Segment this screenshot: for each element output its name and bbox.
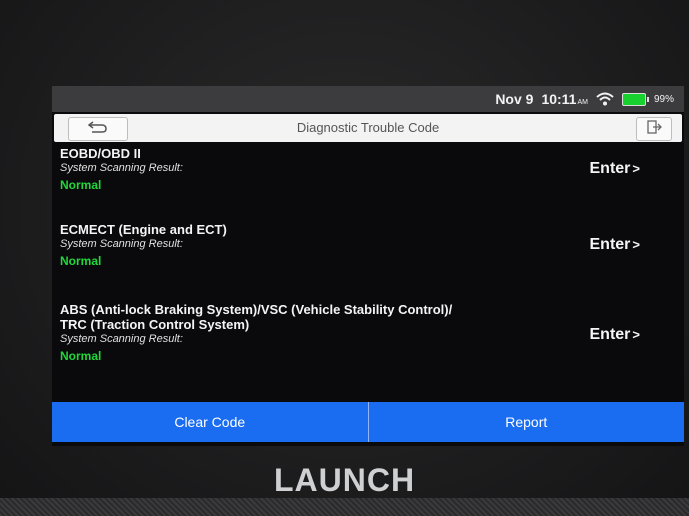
enter-label: Enter	[589, 236, 631, 253]
screen: Nov 9 10:11AM 99% Diagnostic Trouble Cod…	[52, 86, 684, 446]
report-button[interactable]: Report	[369, 402, 685, 442]
battery-icon	[621, 92, 649, 106]
exit-button[interactable]	[636, 117, 672, 141]
chevron-right-icon: >	[632, 161, 640, 176]
status-ampm: AM	[577, 99, 588, 106]
system-list: EOBD/OBD II System Scanning Result: Norm…	[52, 146, 684, 404]
device-body: Nov 9 10:11AM 99% Diagnostic Trouble Cod…	[0, 0, 689, 516]
enter-label: Enter	[589, 160, 631, 177]
status-date: Nov 9	[495, 91, 534, 107]
chevron-right-icon: >	[632, 237, 640, 252]
clear-code-button[interactable]: Clear Code	[52, 402, 368, 442]
list-item[interactable]: EOBD/OBD II System Scanning Result: Norm…	[52, 146, 684, 222]
status-right: Nov 9 10:11AM 99%	[495, 90, 674, 108]
list-item[interactable]: ECMECT (Engine and ECT) System Scanning …	[52, 222, 684, 302]
exit-icon	[646, 119, 662, 139]
status-bar: Nov 9 10:11AM 99%	[52, 86, 684, 112]
status-badge: Normal	[60, 349, 102, 363]
enter-button[interactable]: Enter >	[590, 236, 641, 254]
system-name: ECMECT (Engine and ECT)	[60, 222, 227, 237]
enter-button[interactable]: Enter >	[590, 326, 641, 344]
status-time: 10:11	[541, 91, 577, 107]
enter-button[interactable]: Enter >	[590, 160, 641, 178]
list-item[interactable]: ABS (Anti-lock Braking System)/VSC (Vehi…	[52, 302, 684, 388]
battery-percent: 99%	[653, 93, 674, 105]
system-name-line1: ABS (Anti-lock Braking System)/VSC (Vehi…	[60, 302, 453, 317]
wifi-icon	[596, 92, 614, 106]
chevron-right-icon: >	[632, 327, 640, 342]
status-badge: Normal	[60, 178, 102, 192]
system-name: EOBD/OBD II	[60, 146, 141, 161]
bezel-edge	[0, 498, 689, 516]
title-bar: Diagnostic Trouble Code	[54, 114, 682, 142]
status-badge: Normal	[60, 254, 102, 268]
brand-logo: LAUNCH	[273, 462, 416, 498]
status-time-group: 10:11AM	[541, 91, 588, 107]
page-title: Diagnostic Trouble Code	[296, 120, 440, 135]
enter-label: Enter	[589, 326, 631, 343]
action-bar: Clear Code Report	[52, 402, 684, 442]
